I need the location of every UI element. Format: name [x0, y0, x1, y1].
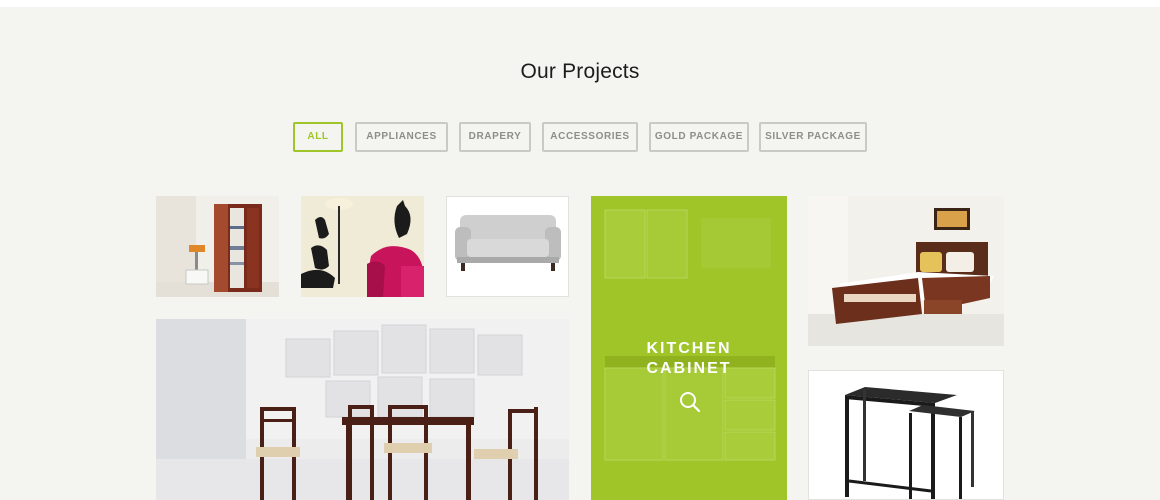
filter-all-button[interactable]: ALL — [293, 122, 343, 152]
filter-appliances-button[interactable]: APPLIANCES — [355, 122, 448, 152]
project-tile-bed[interactable] — [808, 196, 1004, 346]
filter-silver-package-button[interactable]: SILVER PACKAGE — [759, 122, 867, 152]
project-tile-kitchen-cabinet[interactable]: KITCHEN CABINET — [591, 196, 787, 500]
cat-decal-image — [301, 196, 424, 297]
filter-gold-package-button[interactable]: GOLD PACKAGE — [649, 122, 749, 152]
nesting-tables-image — [809, 371, 1003, 499]
filter-accessories-button[interactable]: ACCESSORIES — [542, 122, 638, 152]
section-title: Our Projects — [520, 60, 640, 83]
sofa-image — [447, 197, 568, 296]
search-icon[interactable] — [678, 390, 702, 414]
wardrobe-image — [156, 196, 279, 297]
bed-image — [808, 196, 1004, 346]
project-tile-dining-set[interactable] — [156, 319, 569, 500]
featured-title-line2: CABINET — [646, 360, 732, 377]
project-tile-wardrobe[interactable] — [156, 196, 279, 297]
featured-title-line1: KITCHEN — [646, 340, 732, 357]
dining-set-image — [156, 319, 569, 500]
top-bar — [0, 0, 1160, 7]
project-tile-nesting-tables[interactable] — [808, 370, 1004, 500]
project-tile-wall-decal[interactable] — [301, 196, 424, 297]
filter-drapery-button[interactable]: DRAPERY — [459, 122, 531, 152]
project-tile-sofa[interactable] — [446, 196, 569, 297]
